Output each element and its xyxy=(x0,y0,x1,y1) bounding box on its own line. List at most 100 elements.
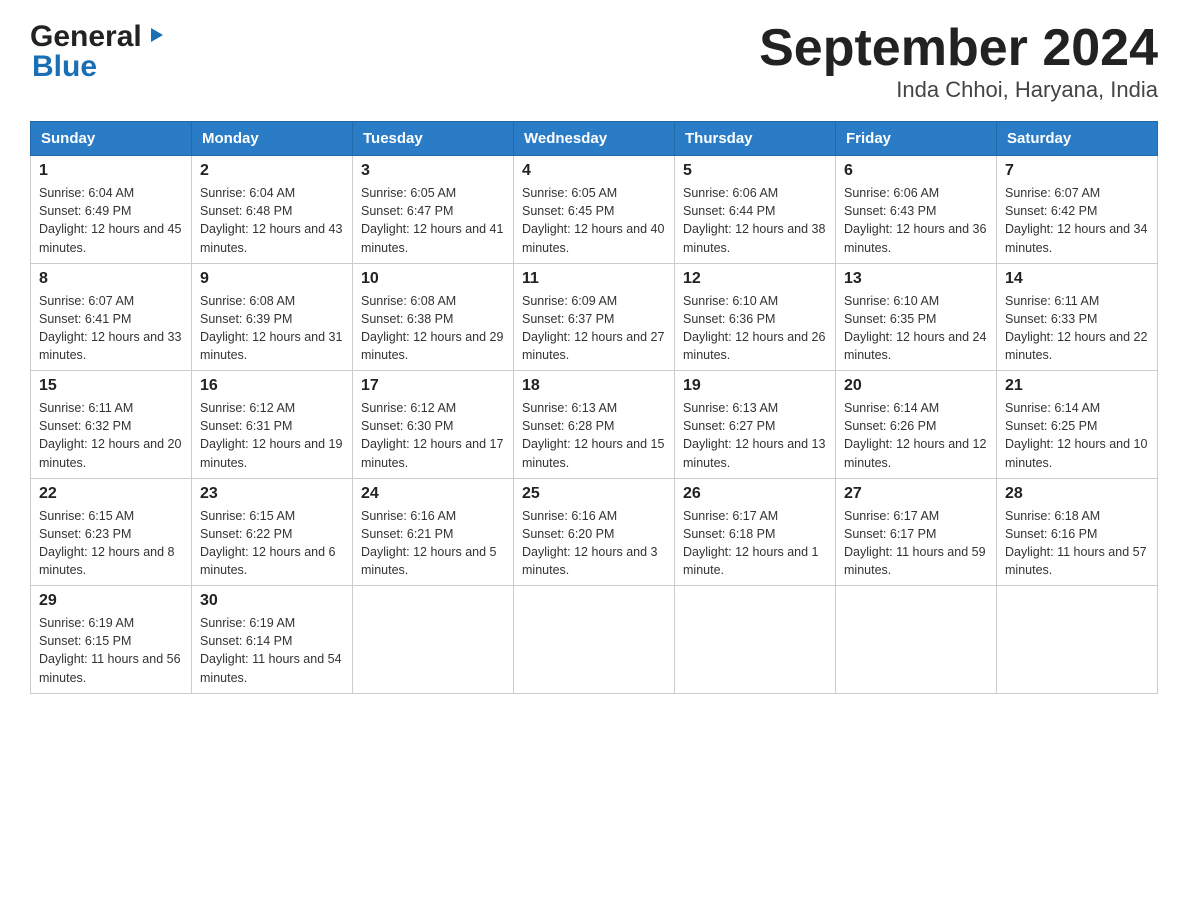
day-number: 1 xyxy=(39,162,183,180)
table-row: 9 Sunrise: 6:08 AMSunset: 6:39 PMDayligh… xyxy=(192,263,353,371)
table-row: 11 Sunrise: 6:09 AMSunset: 6:37 PMDaylig… xyxy=(514,263,675,371)
calendar-subtitle: Inda Chhoi, Haryana, India xyxy=(759,77,1158,103)
day-number: 16 xyxy=(200,377,344,395)
day-info: Sunrise: 6:08 AMSunset: 6:38 PMDaylight:… xyxy=(361,294,503,362)
day-info: Sunrise: 6:11 AMSunset: 6:33 PMDaylight:… xyxy=(1005,294,1147,362)
day-info: Sunrise: 6:08 AMSunset: 6:39 PMDaylight:… xyxy=(200,294,342,362)
col-friday: Friday xyxy=(836,122,997,156)
day-number: 7 xyxy=(1005,162,1149,180)
day-info: Sunrise: 6:17 AMSunset: 6:18 PMDaylight:… xyxy=(683,509,819,577)
day-number: 5 xyxy=(683,162,827,180)
logo-arrow-icon xyxy=(145,24,167,51)
day-number: 19 xyxy=(683,377,827,395)
day-info: Sunrise: 6:05 AMSunset: 6:45 PMDaylight:… xyxy=(522,186,664,254)
day-number: 25 xyxy=(522,485,666,503)
day-info: Sunrise: 6:14 AMSunset: 6:26 PMDaylight:… xyxy=(844,401,986,469)
calendar-week-row: 15 Sunrise: 6:11 AMSunset: 6:32 PMDaylig… xyxy=(31,371,1158,479)
day-number: 11 xyxy=(522,270,666,288)
col-monday: Monday xyxy=(192,122,353,156)
day-info: Sunrise: 6:11 AMSunset: 6:32 PMDaylight:… xyxy=(39,401,181,469)
table-row xyxy=(353,586,514,694)
table-row: 2 Sunrise: 6:04 AMSunset: 6:48 PMDayligh… xyxy=(192,156,353,264)
day-number: 3 xyxy=(361,162,505,180)
table-row: 6 Sunrise: 6:06 AMSunset: 6:43 PMDayligh… xyxy=(836,156,997,264)
table-row: 25 Sunrise: 6:16 AMSunset: 6:20 PMDaylig… xyxy=(514,478,675,586)
table-row: 3 Sunrise: 6:05 AMSunset: 6:47 PMDayligh… xyxy=(353,156,514,264)
day-info: Sunrise: 6:14 AMSunset: 6:25 PMDaylight:… xyxy=(1005,401,1147,469)
day-number: 23 xyxy=(200,485,344,503)
table-row: 15 Sunrise: 6:11 AMSunset: 6:32 PMDaylig… xyxy=(31,371,192,479)
day-number: 12 xyxy=(683,270,827,288)
day-info: Sunrise: 6:19 AMSunset: 6:14 PMDaylight:… xyxy=(200,616,342,684)
table-row: 8 Sunrise: 6:07 AMSunset: 6:41 PMDayligh… xyxy=(31,263,192,371)
table-row: 24 Sunrise: 6:16 AMSunset: 6:21 PMDaylig… xyxy=(353,478,514,586)
table-row xyxy=(675,586,836,694)
table-row xyxy=(514,586,675,694)
table-row: 30 Sunrise: 6:19 AMSunset: 6:14 PMDaylig… xyxy=(192,586,353,694)
day-info: Sunrise: 6:18 AMSunset: 6:16 PMDaylight:… xyxy=(1005,509,1147,577)
col-saturday: Saturday xyxy=(997,122,1158,156)
day-number: 14 xyxy=(1005,270,1149,288)
day-number: 20 xyxy=(844,377,988,395)
table-row: 20 Sunrise: 6:14 AMSunset: 6:26 PMDaylig… xyxy=(836,371,997,479)
calendar-header-row: Sunday Monday Tuesday Wednesday Thursday… xyxy=(31,122,1158,156)
table-row: 1 Sunrise: 6:04 AMSunset: 6:49 PMDayligh… xyxy=(31,156,192,264)
table-row: 10 Sunrise: 6:08 AMSunset: 6:38 PMDaylig… xyxy=(353,263,514,371)
page-header: General Blue September 2024 Inda Chhoi, … xyxy=(30,20,1158,103)
table-row: 16 Sunrise: 6:12 AMSunset: 6:31 PMDaylig… xyxy=(192,371,353,479)
day-number: 30 xyxy=(200,592,344,610)
title-block: September 2024 Inda Chhoi, Haryana, Indi… xyxy=(759,20,1158,103)
day-info: Sunrise: 6:06 AMSunset: 6:44 PMDaylight:… xyxy=(683,186,825,254)
day-info: Sunrise: 6:17 AMSunset: 6:17 PMDaylight:… xyxy=(844,509,986,577)
day-info: Sunrise: 6:07 AMSunset: 6:42 PMDaylight:… xyxy=(1005,186,1147,254)
table-row: 23 Sunrise: 6:15 AMSunset: 6:22 PMDaylig… xyxy=(192,478,353,586)
logo-blue-text: Blue xyxy=(30,50,97,84)
day-number: 26 xyxy=(683,485,827,503)
calendar-table: Sunday Monday Tuesday Wednesday Thursday… xyxy=(30,121,1158,694)
table-row xyxy=(836,586,997,694)
table-row: 13 Sunrise: 6:10 AMSunset: 6:35 PMDaylig… xyxy=(836,263,997,371)
col-sunday: Sunday xyxy=(31,122,192,156)
col-thursday: Thursday xyxy=(675,122,836,156)
table-row: 28 Sunrise: 6:18 AMSunset: 6:16 PMDaylig… xyxy=(997,478,1158,586)
table-row: 22 Sunrise: 6:15 AMSunset: 6:23 PMDaylig… xyxy=(31,478,192,586)
table-row: 17 Sunrise: 6:12 AMSunset: 6:30 PMDaylig… xyxy=(353,371,514,479)
day-number: 4 xyxy=(522,162,666,180)
day-number: 8 xyxy=(39,270,183,288)
day-info: Sunrise: 6:05 AMSunset: 6:47 PMDaylight:… xyxy=(361,186,503,254)
table-row: 12 Sunrise: 6:10 AMSunset: 6:36 PMDaylig… xyxy=(675,263,836,371)
table-row: 18 Sunrise: 6:13 AMSunset: 6:28 PMDaylig… xyxy=(514,371,675,479)
day-number: 10 xyxy=(361,270,505,288)
day-info: Sunrise: 6:12 AMSunset: 6:31 PMDaylight:… xyxy=(200,401,342,469)
logo: General Blue xyxy=(30,20,167,84)
logo-general-text: General xyxy=(30,20,142,54)
day-number: 15 xyxy=(39,377,183,395)
day-info: Sunrise: 6:12 AMSunset: 6:30 PMDaylight:… xyxy=(361,401,503,469)
day-info: Sunrise: 6:15 AMSunset: 6:23 PMDaylight:… xyxy=(39,509,175,577)
day-number: 9 xyxy=(200,270,344,288)
day-info: Sunrise: 6:16 AMSunset: 6:20 PMDaylight:… xyxy=(522,509,658,577)
day-number: 18 xyxy=(522,377,666,395)
day-info: Sunrise: 6:04 AMSunset: 6:48 PMDaylight:… xyxy=(200,186,342,254)
day-info: Sunrise: 6:07 AMSunset: 6:41 PMDaylight:… xyxy=(39,294,181,362)
col-tuesday: Tuesday xyxy=(353,122,514,156)
calendar-week-row: 29 Sunrise: 6:19 AMSunset: 6:15 PMDaylig… xyxy=(31,586,1158,694)
day-info: Sunrise: 6:06 AMSunset: 6:43 PMDaylight:… xyxy=(844,186,986,254)
table-row: 19 Sunrise: 6:13 AMSunset: 6:27 PMDaylig… xyxy=(675,371,836,479)
day-number: 13 xyxy=(844,270,988,288)
day-number: 2 xyxy=(200,162,344,180)
table-row xyxy=(997,586,1158,694)
day-info: Sunrise: 6:16 AMSunset: 6:21 PMDaylight:… xyxy=(361,509,497,577)
table-row: 29 Sunrise: 6:19 AMSunset: 6:15 PMDaylig… xyxy=(31,586,192,694)
day-number: 28 xyxy=(1005,485,1149,503)
table-row: 21 Sunrise: 6:14 AMSunset: 6:25 PMDaylig… xyxy=(997,371,1158,479)
table-row: 14 Sunrise: 6:11 AMSunset: 6:33 PMDaylig… xyxy=(997,263,1158,371)
day-info: Sunrise: 6:15 AMSunset: 6:22 PMDaylight:… xyxy=(200,509,336,577)
calendar-title: September 2024 xyxy=(759,20,1158,77)
day-info: Sunrise: 6:13 AMSunset: 6:27 PMDaylight:… xyxy=(683,401,825,469)
calendar-week-row: 22 Sunrise: 6:15 AMSunset: 6:23 PMDaylig… xyxy=(31,478,1158,586)
table-row: 26 Sunrise: 6:17 AMSunset: 6:18 PMDaylig… xyxy=(675,478,836,586)
calendar-week-row: 1 Sunrise: 6:04 AMSunset: 6:49 PMDayligh… xyxy=(31,156,1158,264)
day-number: 27 xyxy=(844,485,988,503)
table-row: 5 Sunrise: 6:06 AMSunset: 6:44 PMDayligh… xyxy=(675,156,836,264)
